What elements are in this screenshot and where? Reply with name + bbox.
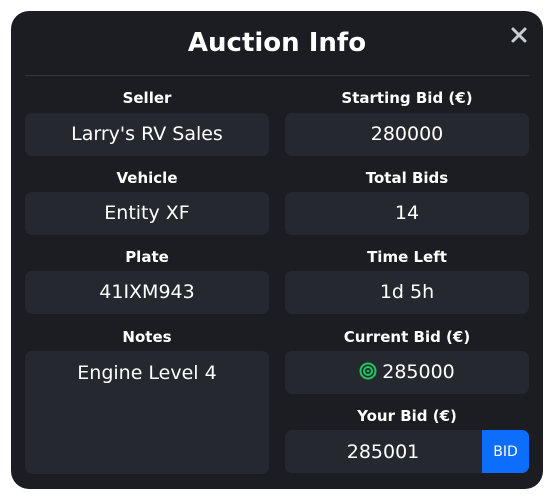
vehicle-label: Vehicle (116, 169, 178, 187)
vehicle-value: Entity XF (25, 192, 269, 235)
divider (25, 75, 529, 76)
seller-value: Larry's RV Sales (25, 113, 269, 156)
current-bid-field: 285000 (285, 351, 529, 394)
starting-bid-label: Starting Bid (€) (341, 89, 473, 107)
plate-value: 41IXM943 (25, 271, 269, 314)
seller-label: Seller (122, 89, 172, 107)
total-bids-value: 14 (285, 192, 529, 235)
notes-value: Engine Level 4 (25, 351, 269, 474)
your-bid-group: BID (285, 430, 529, 473)
auction-info-dialog: Auction Info Seller Larry's RV Sales Sta… (11, 11, 543, 489)
bid-button[interactable]: BID (482, 430, 529, 473)
total-bids-label: Total Bids (365, 169, 449, 187)
plate-label: Plate (125, 248, 169, 266)
time-left-value: 1d 5h (285, 271, 529, 314)
close-icon[interactable] (509, 25, 529, 45)
notes-label: Notes (122, 328, 172, 346)
current-bid-value: 285000 (382, 361, 455, 383)
your-bid-input[interactable] (285, 430, 481, 473)
your-bid-label: Your Bid (€) (357, 407, 457, 425)
target-icon (359, 353, 377, 380)
current-bid-label: Current Bid (€) (343, 328, 471, 346)
dialog-title: Auction Info (187, 28, 367, 58)
time-left-label: Time Left (367, 248, 447, 266)
starting-bid-value: 280000 (285, 113, 529, 156)
